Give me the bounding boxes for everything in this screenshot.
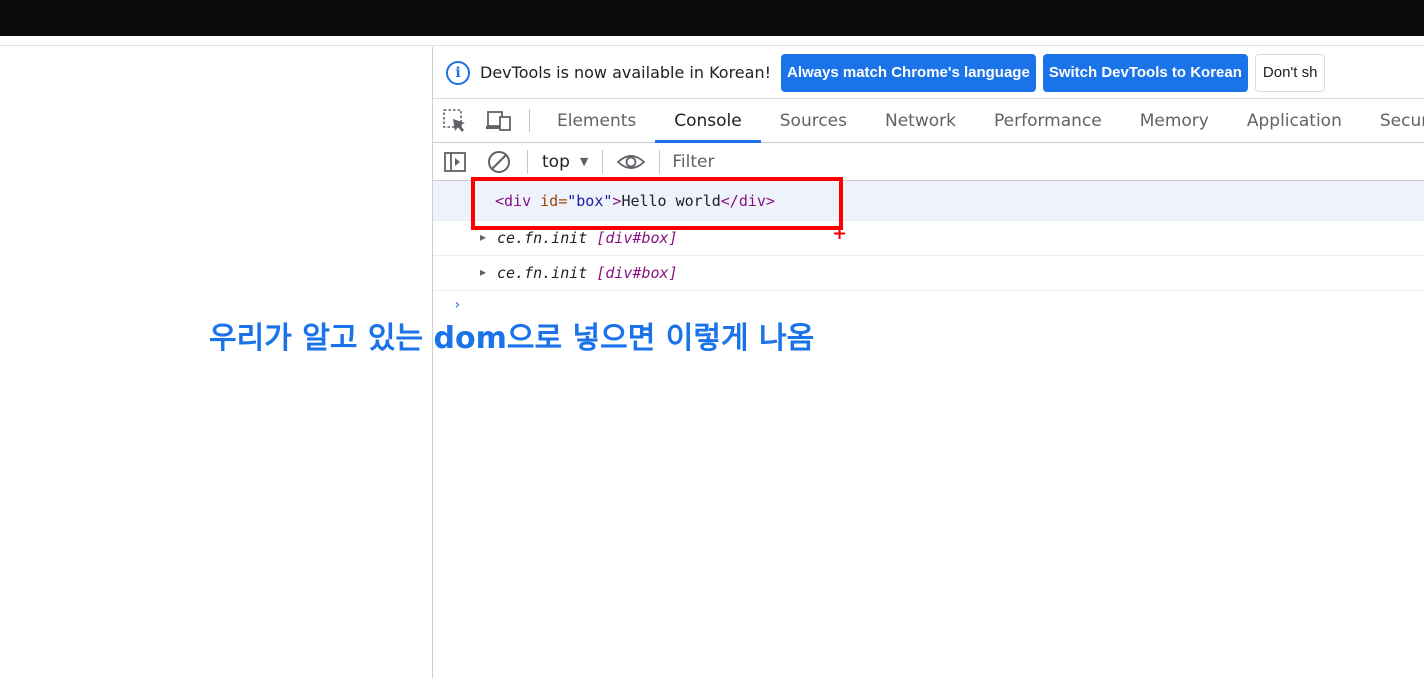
element-output[interactable]: <div id="box">Hello world</div> [495, 192, 775, 210]
expand-arrow-icon[interactable]: ▶ [480, 268, 486, 279]
language-infobar: i DevTools is now available in Korean! A… [433, 47, 1424, 99]
tab-sources[interactable]: Sources [761, 99, 866, 142]
dont-show-again-button[interactable]: Don't sh [1254, 53, 1326, 92]
console-log: <div id="box">Hello world</div> ▶ ce.fn.… [433, 181, 1424, 291]
devtools-tab-bar: Elements Console Sources Network Perform… [433, 99, 1424, 143]
prompt-chevron-icon[interactable]: › [453, 297, 461, 313]
object-output[interactable]: ce.fn.init [div#box] [497, 264, 678, 282]
tab-network[interactable]: Network [866, 99, 975, 142]
console-toolbar: top ▼ Filter [433, 143, 1424, 181]
dropdown-arrow-icon: ▼ [579, 155, 589, 168]
tab-elements[interactable]: Elements [538, 99, 655, 142]
object-output[interactable]: ce.fn.init [div#box] [497, 229, 678, 247]
always-match-language-button[interactable]: Always match Chrome's language [781, 53, 1036, 92]
tab-performance[interactable]: Performance [975, 99, 1121, 142]
context-label: top [542, 151, 570, 172]
page-area-divider [0, 36, 1424, 46]
info-icon: i [446, 60, 470, 85]
tab-memory[interactable]: Memory [1121, 99, 1228, 142]
tab-security[interactable]: Secur [1361, 99, 1424, 142]
device-toggle-icon[interactable] [477, 99, 521, 142]
tab-console[interactable]: Console [655, 99, 761, 143]
sidebar-toggle-icon[interactable] [433, 143, 477, 181]
toolbar-divider [659, 149, 661, 174]
log-row-jquery-object[interactable]: ▶ ce.fn.init [div#box] [433, 221, 1424, 256]
inspect-element-icon[interactable] [433, 99, 477, 142]
switch-devtools-korean-button[interactable]: Switch DevTools to Korean [1042, 53, 1248, 92]
cursor-crosshair-icon: + [832, 223, 848, 244]
annotation-caption: 우리가 알고 있는 dom으로 넣으면 이렇게 나옴 [209, 321, 815, 356]
log-row-element[interactable]: <div id="box">Hello world</div> [433, 181, 1424, 221]
tab-application[interactable]: Application [1228, 99, 1361, 142]
clear-console-icon[interactable] [477, 143, 521, 181]
devtools-panel: i DevTools is now available in Korean! A… [432, 47, 1424, 678]
context-selector[interactable]: top ▼ [534, 152, 596, 172]
log-row-jquery-object[interactable]: ▶ ce.fn.init [div#box] [433, 256, 1424, 291]
toolbar-divider [527, 149, 528, 174]
toolbar-divider [602, 149, 604, 174]
expand-arrow-icon[interactable]: ▶ [480, 233, 486, 244]
filter-input[interactable]: Filter [666, 147, 1424, 177]
toolbar-divider [529, 109, 530, 132]
window-top-bar [0, 0, 1424, 36]
infobar-message: DevTools is now available in Korean! [480, 63, 771, 82]
eye-icon[interactable] [609, 143, 653, 181]
